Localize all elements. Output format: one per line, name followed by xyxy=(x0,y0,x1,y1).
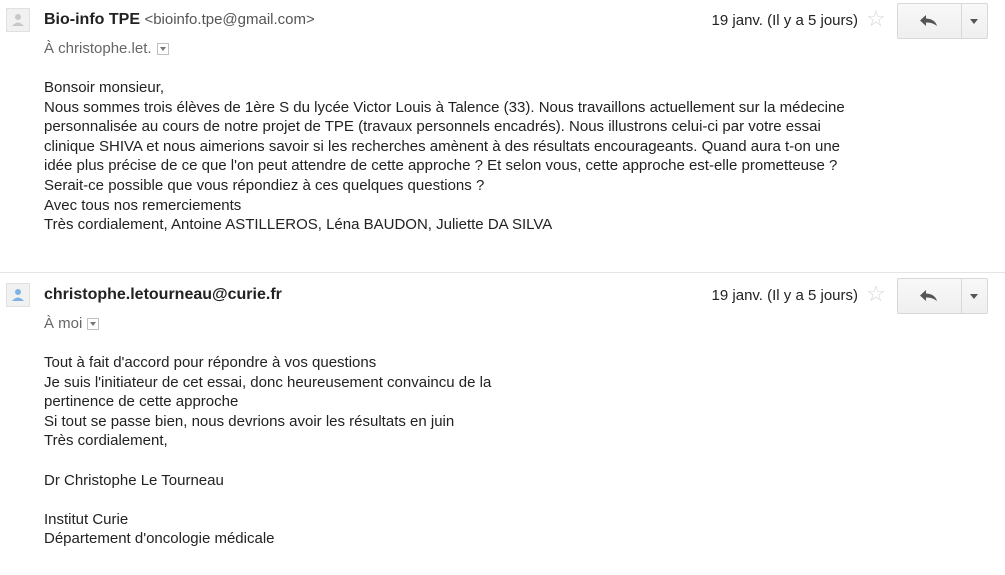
star-icon[interactable]: ☆ xyxy=(866,283,886,305)
email-message-2: christophe.letourneau@curie.fr À moi 19 … xyxy=(0,275,1005,575)
body-line: Très cordialement, Antoine ASTILLEROS, L… xyxy=(44,216,553,234)
recipient-label: À christophe.let. xyxy=(44,40,152,57)
reply-icon xyxy=(920,15,938,26)
recipient-label: À moi xyxy=(44,315,83,332)
body-line: Département d'oncologie médicale xyxy=(44,530,275,548)
more-options-button[interactable] xyxy=(962,4,987,38)
sender-name[interactable]: christophe.letourneau@curie.fr xyxy=(44,286,282,303)
avatar xyxy=(6,283,30,307)
more-options-button[interactable] xyxy=(962,279,987,313)
body-line: Je suis l'initiateur de cet essai, donc … xyxy=(44,373,492,391)
show-details-icon[interactable] xyxy=(87,317,100,330)
person-icon xyxy=(12,14,24,26)
sender[interactable]: christophe.letourneau@curie.fr xyxy=(44,286,282,304)
person-icon xyxy=(12,289,24,301)
email-message-1: Bio-info TPE <bioinfo.tpe@gmail.com> À c… xyxy=(0,0,1005,272)
body-line: Très cordialement, xyxy=(44,432,168,450)
show-details-icon[interactable] xyxy=(156,42,169,55)
body-line: pertinence de cette approche xyxy=(44,393,239,411)
star-icon[interactable]: ☆ xyxy=(866,8,886,30)
message-divider xyxy=(0,272,1005,273)
body-line: Nous sommes trois élèves de 1ère S du ly… xyxy=(44,98,845,116)
body-line: personnalisée au cours de notre projet d… xyxy=(44,118,821,136)
sender-email: <bioinfo.tpe@gmail.com> xyxy=(144,11,315,28)
recipient-line: À moi xyxy=(44,315,100,332)
recipient-line: À christophe.let. xyxy=(44,40,169,57)
avatar xyxy=(6,8,30,32)
message-body: Bonsoir monsieur, Nous sommes trois élèv… xyxy=(44,78,989,235)
chevron-down-icon xyxy=(970,293,979,299)
body-line: Si tout se passe bien, nous devrions avo… xyxy=(44,412,455,430)
reply-button[interactable] xyxy=(898,4,962,38)
body-line: idée plus précise de ce que l'on peut at… xyxy=(44,157,838,175)
reply-button[interactable] xyxy=(898,279,962,313)
body-line: Avec tous nos remerciements xyxy=(44,196,242,214)
reply-icon xyxy=(920,290,938,301)
sender[interactable]: Bio-info TPE <bioinfo.tpe@gmail.com> xyxy=(44,11,315,29)
body-line: Bonsoir monsieur, xyxy=(44,79,165,96)
body-line: Serait-ce possible que vous répondiez à … xyxy=(44,176,485,194)
chevron-down-icon xyxy=(970,18,979,24)
body-line: clinique SHIVA et nous aimerions savoir … xyxy=(44,137,841,155)
message-date: 19 janv. (Il y a 5 jours) xyxy=(711,287,858,304)
body-line: Dr Christophe Le Tourneau xyxy=(44,471,224,489)
sender-name[interactable]: Bio-info TPE xyxy=(44,11,140,28)
body-line: Institut Curie xyxy=(44,510,129,528)
reply-button-group xyxy=(897,3,988,39)
reply-button-group xyxy=(897,278,988,314)
message-date: 19 janv. (Il y a 5 jours) xyxy=(711,12,858,29)
body-line: Tout à fait d'accord pour répondre à vos… xyxy=(44,354,377,371)
message-body: Tout à fait d'accord pour répondre à vos… xyxy=(44,353,989,549)
